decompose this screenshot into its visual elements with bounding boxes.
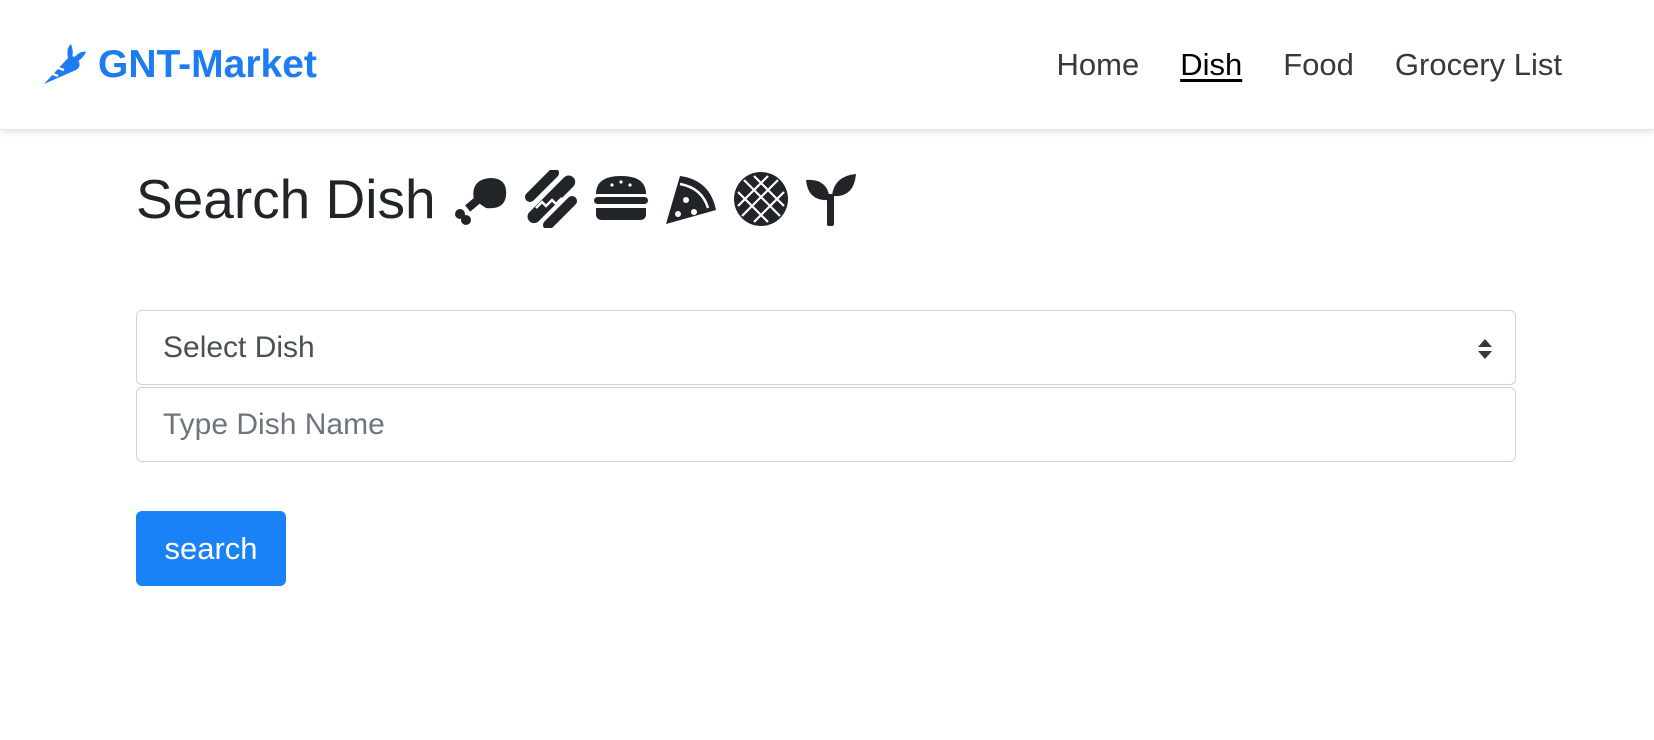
nav-item-grocery-list[interactable]: Grocery List [1395, 47, 1562, 83]
hotdog-icon [522, 167, 580, 231]
pizza-slice-icon [662, 170, 720, 228]
pie-icon [732, 170, 790, 228]
nav-item-dish[interactable]: Dish [1180, 47, 1242, 83]
nav-item-food[interactable]: Food [1283, 47, 1354, 83]
brand-name: GNT-Market [98, 43, 317, 86]
dish-select[interactable]: Select Dish [136, 310, 1516, 385]
title-row: Search Dish [136, 165, 860, 233]
dish-select-value: Select Dish [163, 331, 315, 364]
drumstick-icon [452, 170, 510, 228]
carrot-icon [38, 38, 88, 93]
page-title: Search Dish [136, 168, 436, 230]
top-navbar: GNT-Market Home Dish Food Grocery List [0, 0, 1654, 130]
nav-item-home[interactable]: Home [1057, 47, 1140, 83]
select-arrows-icon [1478, 339, 1492, 359]
seedling-icon [802, 170, 860, 228]
dish-name-input[interactable] [136, 387, 1516, 462]
search-button[interactable]: search [136, 511, 286, 586]
brand-link[interactable]: GNT-Market [38, 38, 317, 92]
nav-menu: Home Dish Food Grocery List [1057, 42, 1563, 88]
hamburger-icon [592, 170, 650, 228]
